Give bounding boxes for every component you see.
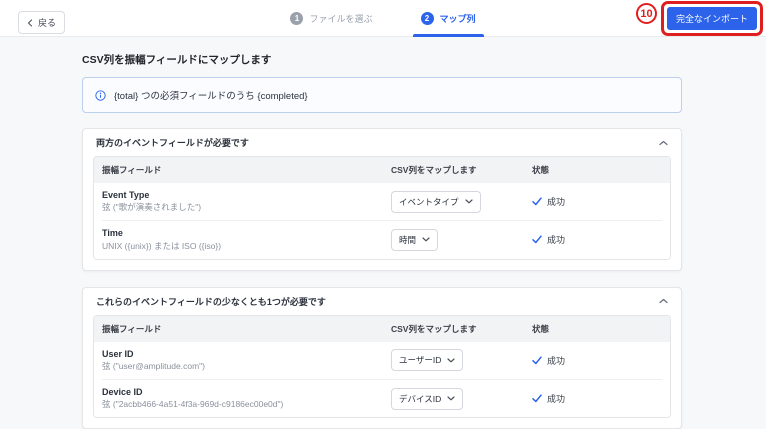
step-choose-file[interactable]: 1 ファイルを選ぶ xyxy=(286,0,376,37)
column-header-csv: CSV列をマップします xyxy=(391,165,477,175)
csv-column-select-time[interactable]: 時間 xyxy=(391,228,439,251)
chevron-down-icon xyxy=(447,358,455,363)
field-cell: Device ID 弦 ("2acbb466-4a51-4f3a-969d-c9… xyxy=(102,387,391,410)
section-2-title: これらのイベントフィールドの少なくとも1つが必要です xyxy=(96,296,326,307)
check-icon xyxy=(532,394,542,403)
step-1-label: ファイルを選ぶ xyxy=(309,13,373,24)
step-2-badge: 2 xyxy=(420,11,434,25)
step-2-label: マップ列 xyxy=(439,13,476,24)
column-header-field: 振幅フィールド xyxy=(102,165,162,175)
field-name: User ID xyxy=(102,348,134,359)
status-cell: 成功 xyxy=(532,195,662,208)
section-1-header[interactable]: 両方のイベントフィールドが必要です xyxy=(83,129,681,155)
field-description: 弦 ("2acbb466-4a51-4f3a-969d-c9186ec00e0d… xyxy=(102,399,284,410)
csv-column-select-event-type[interactable]: イベントタイプ xyxy=(391,190,481,213)
status-cell: 成功 xyxy=(532,392,662,405)
stepper: 1 ファイルを選ぶ 2 マップ列 xyxy=(286,0,484,37)
column-header-status: 状態 xyxy=(532,165,550,175)
table-row-user-id: User ID 弦 ("user@amplitude.com") ユーザーID … xyxy=(94,341,670,379)
chevron-up-icon[interactable] xyxy=(659,298,668,304)
chevron-left-icon xyxy=(27,18,33,27)
select-value: 時間 xyxy=(399,234,417,245)
field-cell: User ID 弦 ("user@amplitude.com") xyxy=(102,349,391,372)
page-title: CSV列を振幅フィールドにマップします xyxy=(82,54,272,66)
step-1-badge: 1 xyxy=(290,11,304,25)
step-map-columns[interactable]: 2 マップ列 xyxy=(412,0,484,37)
banner-text: {total} つの必須フィールドのうち {completed} xyxy=(114,91,308,102)
section-2-header[interactable]: これらのイベントフィールドの少なくとも1つが必要です xyxy=(83,288,681,314)
info-icon xyxy=(95,89,106,101)
select-value: イベントタイプ xyxy=(399,196,459,207)
select-value: デバイスID xyxy=(399,393,442,404)
table-row-event-type: Event Type 弦 ("歌が演奏されました") イベントタイプ 成功 xyxy=(94,183,670,221)
csv-column-select-user-id[interactable]: ユーザーID xyxy=(391,349,464,372)
section-required-event-fields: 両方のイベントフィールドが必要です 振幅フィールド CSV列をマップします 状態… xyxy=(82,128,682,271)
select-value: ユーザーID xyxy=(399,355,442,366)
chevron-down-icon xyxy=(447,396,455,401)
status-cell: 成功 xyxy=(532,233,662,246)
info-banner: {total} つの必須フィールドのうち {completed} xyxy=(82,77,682,113)
table-header-row: 振幅フィールド CSV列をマップします 状態 xyxy=(94,315,670,342)
check-icon xyxy=(532,197,542,206)
csv-column-select-device-id[interactable]: デバイスID xyxy=(391,387,464,410)
back-button-label: 戻る xyxy=(38,18,57,28)
column-header-status: 状態 xyxy=(532,323,550,334)
main-content: CSV列を振幅フィールドにマップします {total} つの必須フィールドのうち… xyxy=(0,37,682,429)
table-header-row: 振幅フィールド CSV列をマップします 状態 xyxy=(94,157,670,183)
section-1-table: 振幅フィールド CSV列をマップします 状態 Event Type 弦 ("歌が… xyxy=(93,156,671,260)
table-row-device-id: Device ID 弦 ("2acbb466-4a51-4f3a-969d-c9… xyxy=(94,379,670,418)
field-name: Device ID xyxy=(102,386,143,397)
topbar-right: 10 完全なインポート xyxy=(635,1,763,36)
chevron-down-icon xyxy=(464,199,473,204)
field-description: UNIX ({unix}) または ISO ({iso}) xyxy=(102,240,222,251)
back-button[interactable]: 戻る xyxy=(18,11,66,34)
active-step-underline xyxy=(412,33,484,37)
status-cell: 成功 xyxy=(532,354,662,367)
topbar: 戻る 1 ファイルを選ぶ 2 マップ列 10 完全なインポート xyxy=(0,0,766,37)
field-cell: Time UNIX ({unix}) または ISO ({iso}) xyxy=(102,228,391,251)
full-import-button[interactable]: 完全なインポート xyxy=(666,7,757,30)
annotation-highlight-box: 完全なインポート xyxy=(660,1,763,36)
field-description: 弦 ("歌が演奏されました") xyxy=(102,202,202,213)
column-header-csv: CSV列をマップします xyxy=(391,323,477,334)
chevron-down-icon xyxy=(422,237,430,242)
check-icon xyxy=(532,235,542,244)
chevron-up-icon[interactable] xyxy=(659,140,668,146)
table-row-time: Time UNIX ({unix}) または ISO ({iso}) 時間 成功 xyxy=(94,221,670,259)
field-name: Event Type xyxy=(102,190,150,200)
section-1-title: 両方のイベントフィールドが必要です xyxy=(96,138,249,148)
column-header-field: 振幅フィールド xyxy=(102,323,162,334)
field-name: Time xyxy=(102,228,123,239)
field-cell: Event Type 弦 ("歌が演奏されました") xyxy=(102,190,391,213)
status-label: 成功 xyxy=(547,355,566,366)
annotation-number-badge: 10 xyxy=(635,3,657,24)
status-label: 成功 xyxy=(547,235,566,246)
status-label: 成功 xyxy=(547,394,566,405)
check-icon xyxy=(532,356,542,365)
status-label: 成功 xyxy=(547,197,566,208)
section-2-table: 振幅フィールド CSV列をマップします 状態 User ID 弦 ("user@… xyxy=(93,314,671,419)
field-description: 弦 ("user@amplitude.com") xyxy=(102,360,205,371)
section-at-least-one-field: これらのイベントフィールドの少なくとも1つが必要です 振幅フィールド CSV列を… xyxy=(82,286,682,429)
